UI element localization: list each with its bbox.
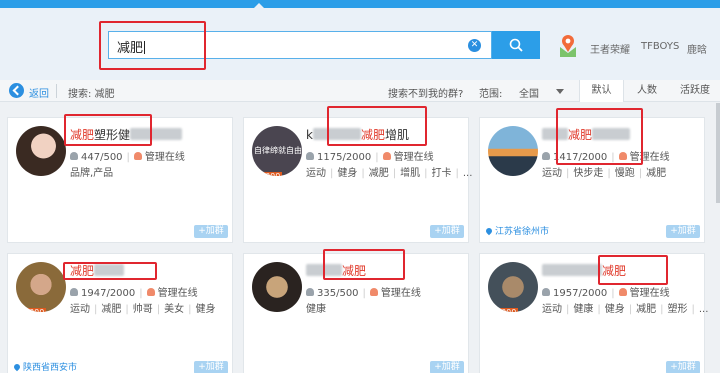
hot-search-3[interactable]: 鹿晗: [687, 41, 707, 56]
avatar: [488, 126, 538, 176]
avatar: 2000: [488, 262, 538, 312]
highlight-box: [556, 108, 643, 165]
join-button[interactable]: +加群: [194, 225, 228, 238]
highlight-box: [64, 114, 152, 146]
hot-search-2[interactable]: TFBOYS: [641, 41, 679, 52]
scrollbar[interactable]: [716, 103, 720, 203]
group-tags: 运动 | 快步走 | 慢跑 | 减肥: [542, 168, 667, 179]
group-stats: 335/500 | 管理在线: [306, 284, 421, 299]
highlight-box: [323, 249, 405, 280]
back-icon[interactable]: [9, 83, 24, 98]
range-select[interactable]: 全国: [519, 85, 539, 100]
group-card[interactable]: 2000 减肥 1957/2000|管理在线 运动|健康|健身|减肥|塑形|..…: [479, 253, 709, 373]
tab-members[interactable]: 人数: [626, 80, 668, 102]
group-tags: 运动 | 健康 | 健身 | 减肥 | 塑形 |...: [542, 304, 709, 315]
highlight-box: [63, 262, 157, 280]
group-tags: 运动 | 减肥 | 帅哥 | 美女 | 健身: [70, 304, 216, 315]
location-icon[interactable]: [557, 33, 579, 59]
join-button[interactable]: +加群: [430, 225, 464, 238]
group-stats: 1957/2000 | 管理在线: [542, 284, 670, 299]
search-icon: [509, 38, 523, 52]
group-tags: 健康: [306, 304, 326, 315]
avatar: [252, 262, 302, 312]
join-button[interactable]: +加群: [194, 361, 228, 373]
tab-activity[interactable]: 活跃度: [670, 80, 720, 102]
top-band: [0, 0, 720, 9]
search-button[interactable]: [492, 31, 540, 59]
group-tags: 运动 | 健身 | 减肥 | 增肌 | 打卡 |...: [306, 168, 473, 179]
highlight-box: [598, 255, 668, 285]
tab-default[interactable]: 默认: [579, 80, 624, 102]
highlight-box: [99, 21, 206, 70]
join-button[interactable]: +加群: [666, 225, 700, 238]
group-stats: 1947/2000 | 管理在线: [70, 284, 198, 299]
avatar: 自律缔就自由 2000: [252, 126, 302, 176]
range-label: 范围:: [479, 89, 503, 100]
join-button[interactable]: +加群: [430, 361, 464, 373]
group-stats: 447/500 | 管理在线: [70, 148, 185, 163]
group-location: 江苏省徐州市: [484, 224, 549, 237]
clear-icon[interactable]: ✕: [468, 39, 481, 52]
chevron-down-icon[interactable]: [556, 89, 564, 94]
divider: [56, 84, 57, 98]
cant-find-link[interactable]: 搜索不到我的群?: [388, 85, 463, 100]
highlight-box: [327, 106, 427, 146]
search-keyword: 搜索: 减肥: [68, 89, 115, 100]
nav-bar: 返回 搜索: 减肥 搜索不到我的群? 范围: 全国 默认 人数 活跃度: [0, 80, 720, 102]
group-location: 陕西省西安市: [12, 360, 77, 373]
hot-search-1[interactable]: 王者荣耀: [590, 41, 630, 56]
avatar: 2000: [16, 262, 66, 312]
group-tags: 品牌,产品: [70, 168, 114, 179]
avatar: [16, 126, 66, 176]
join-button[interactable]: +加群: [666, 361, 700, 373]
group-stats: 1175/2000 | 管理在线: [306, 148, 434, 163]
back-button[interactable]: 返回: [29, 85, 49, 100]
